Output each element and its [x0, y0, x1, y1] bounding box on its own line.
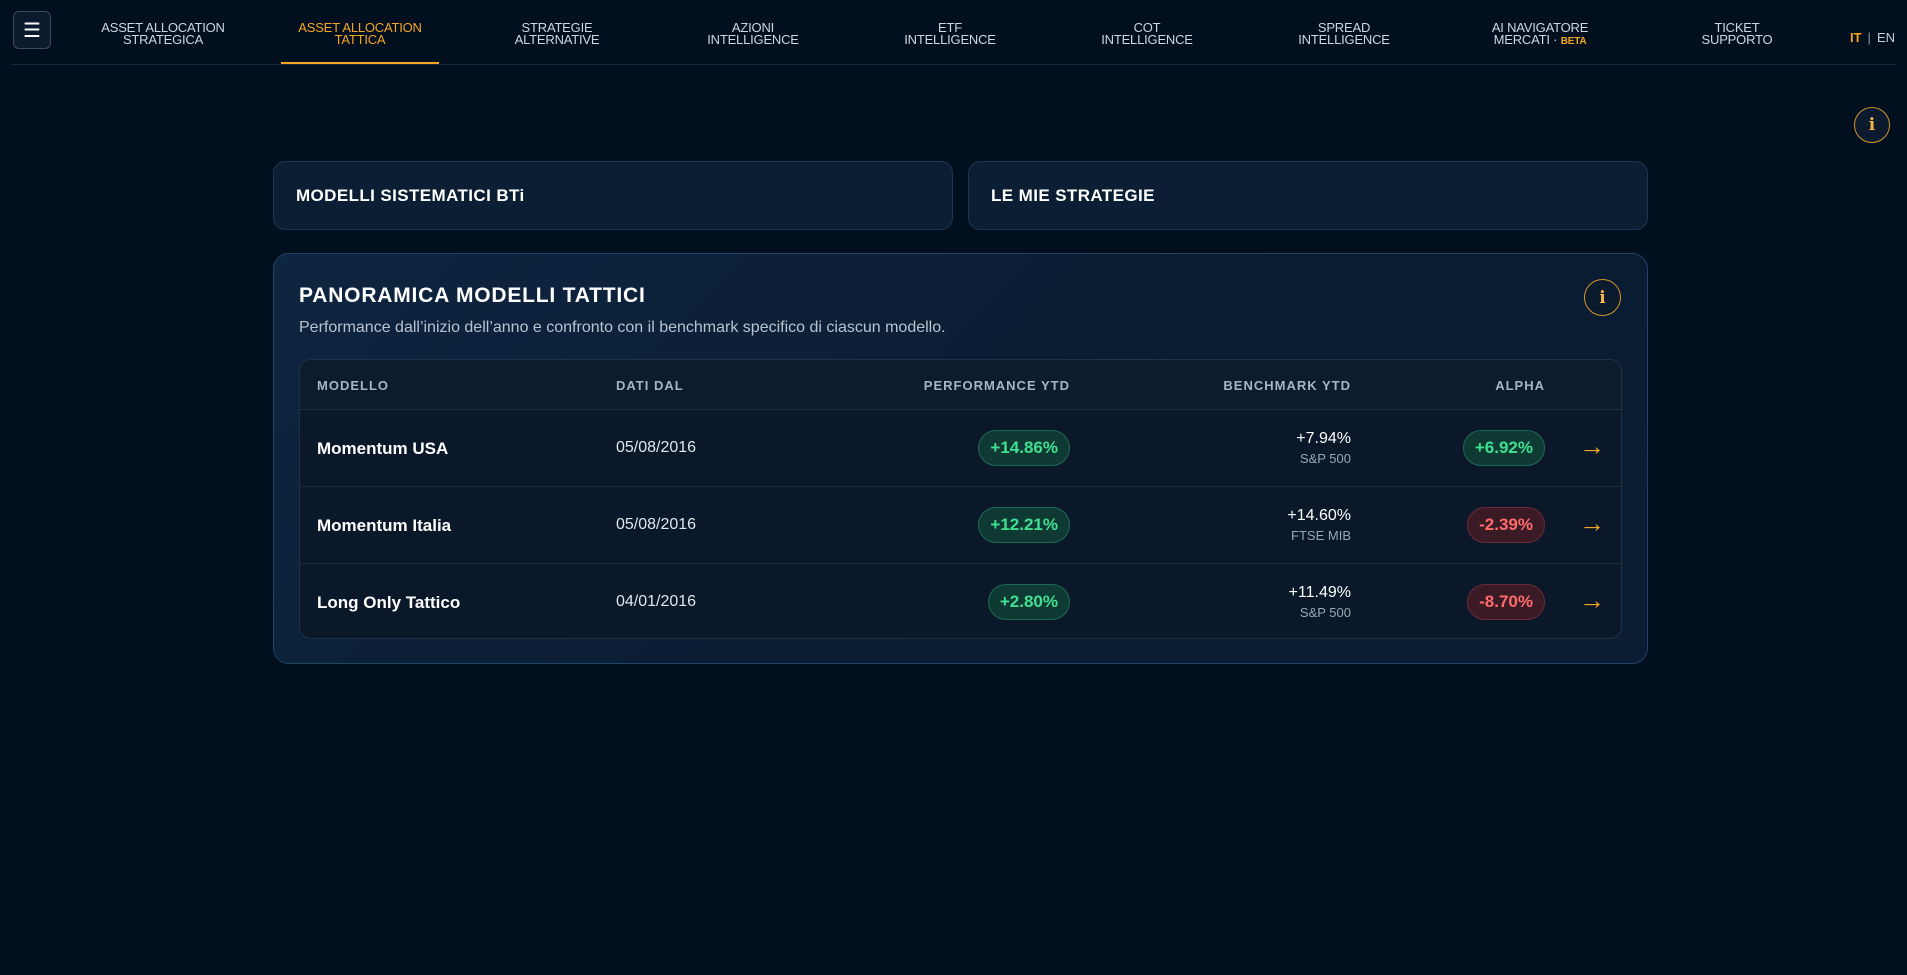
model-name: Momentum USA [317, 439, 449, 458]
benchmark-name: FTSE MIB [1291, 528, 1351, 543]
table-row[interactable]: Momentum USA 05/08/2016 +14.86% +7.94% S… [300, 410, 1621, 487]
info-icon: i [1599, 287, 1606, 308]
card-title: LE MIE STRATEGIE [991, 185, 1155, 205]
column-header-perf: PERFORMANCE YTD [923, 378, 1070, 393]
table-row[interactable]: Long Only Tattico 04/01/2016 +2.80% +11.… [300, 564, 1621, 638]
top-navigation: ☰ ASSET ALLOCATION STRATEGICA ASSET ALLO… [0, 0, 1907, 65]
nav-label-line2: SUPPORTO [1701, 32, 1773, 47]
language-switcher: IT | EN [1850, 30, 1895, 45]
beta-badge: BETA [1560, 36, 1587, 47]
alpha-badge: -8.70% [1467, 584, 1545, 620]
panel-subtitle: Performance dall’inizio dell’anno e conf… [299, 319, 946, 336]
nav-asset-allocation-tattica[interactable]: ASSET ALLOCATION TATTICA [298, 21, 422, 47]
column-header-since: DATI DAL [616, 378, 684, 393]
nav-etf-intelligence[interactable]: ETF INTELLIGENCE [904, 21, 996, 47]
data-start-date: 05/08/2016 [616, 516, 697, 533]
benchmark-cell: +7.94% S&P 500 [1296, 430, 1351, 466]
nav-strategie-alternative[interactable]: STRATEGIE ALTERNATIVE [514, 21, 600, 47]
benchmark-cell: +11.49% S&P 500 [1289, 584, 1351, 620]
card-le-mie-strategie[interactable]: LE MIE STRATEGIE [968, 161, 1648, 230]
benchmark-cell: +14.60% FTSE MIB [1287, 507, 1351, 543]
tactical-models-panel: PANORAMICA MODELLI TATTICI Performance d… [273, 253, 1648, 664]
lang-it[interactable]: IT [1850, 30, 1862, 45]
column-header-bench: BENCHMARK YTD [1223, 378, 1351, 393]
info-icon: i [1868, 115, 1876, 135]
card-modelli-sistematici[interactable]: MODELLI SISTEMATICI BTi [273, 161, 953, 230]
lang-separator: | [1867, 30, 1871, 45]
nav-label-line2: INTELLIGENCE [904, 32, 996, 47]
nav-label-line2: MERCATI · BETA [1492, 32, 1588, 48]
nav-spread-intelligence[interactable]: SPREAD INTELLIGENCE [1298, 21, 1390, 47]
nav-azioni-intelligence[interactable]: AZIONI INTELLIGENCE [707, 21, 799, 47]
benchmark-name: S&P 500 [1299, 451, 1351, 466]
performance-badge: +2.80% [987, 584, 1070, 620]
nav-cot-intelligence[interactable]: COT INTELLIGENCE [1101, 21, 1193, 47]
arrow-right-icon[interactable]: → [1579, 433, 1605, 459]
nav-label-line2: INTELLIGENCE [1101, 32, 1193, 47]
nav-label-line2: INTELLIGENCE [1298, 32, 1390, 47]
column-header-model: MODELLO [317, 378, 389, 393]
nav-label-line2: STRATEGICA [122, 32, 204, 47]
card-title: MODELLI SISTEMATICI BTi [296, 185, 525, 205]
alpha-badge: -2.39% [1467, 507, 1545, 543]
data-start-date: 05/08/2016 [616, 439, 697, 456]
data-start-date: 04/01/2016 [616, 593, 697, 610]
arrow-right-icon[interactable]: → [1579, 587, 1605, 613]
nav-label-line2-text: MERCATI · [1493, 32, 1558, 47]
arrow-right-icon[interactable]: → [1579, 510, 1605, 536]
column-header-alpha: ALPHA [1495, 378, 1545, 393]
hamburger-menu-button[interactable]: ☰ [13, 11, 51, 49]
panel-info-button[interactable]: i [1584, 279, 1621, 316]
nav-label-line2: INTELLIGENCE [707, 32, 799, 47]
model-name: Momentum Italia [317, 516, 452, 535]
hamburger-icon: ☰ [23, 19, 41, 42]
lang-en[interactable]: EN [1877, 30, 1895, 45]
benchmark-value: +11.49% [1288, 584, 1351, 601]
page-info-button[interactable]: i [1854, 107, 1890, 143]
nav-label-line2: TATTICA [334, 32, 386, 47]
panel-title: PANORAMICA MODELLI TATTICI [299, 284, 646, 307]
models-table: MODELLO DATI DAL PERFORMANCE YTD BENCHMA… [299, 359, 1622, 639]
alpha-badge: +6.92% [1462, 430, 1545, 466]
benchmark-value: +14.60% [1287, 507, 1351, 524]
model-name: Long Only Tattico [317, 593, 461, 612]
table-header: MODELLO DATI DAL PERFORMANCE YTD BENCHMA… [300, 360, 1621, 410]
nav-divider [12, 64, 1895, 65]
benchmark-name: S&P 500 [1299, 605, 1351, 620]
nav-ticket-supporto[interactable]: TICKET SUPPORTO [1701, 21, 1773, 47]
performance-badge: +12.21% [978, 507, 1070, 543]
performance-badge: +14.86% [978, 430, 1070, 466]
nav-label-line2: ALTERNATIVE [514, 32, 600, 47]
table-row[interactable]: Momentum Italia 05/08/2016 +12.21% +14.6… [300, 487, 1621, 564]
nav-asset-allocation-strategica[interactable]: ASSET ALLOCATION STRATEGICA [101, 21, 225, 47]
benchmark-value: +7.94% [1296, 430, 1351, 447]
nav-ai-navigatore-mercati[interactable]: AI NAVIGATORE MERCATI · BETA [1492, 21, 1589, 48]
